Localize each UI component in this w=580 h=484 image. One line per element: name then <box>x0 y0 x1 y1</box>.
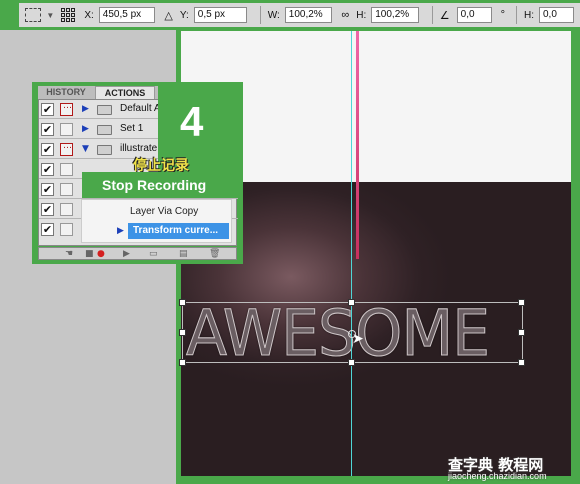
move-cursor-icon: ➤ <box>352 331 364 347</box>
folder-icon <box>97 105 112 115</box>
y-label: Y: <box>179 9 189 21</box>
toggle-check-icon[interactable]: ✔ <box>41 163 54 176</box>
handle-top-center[interactable] <box>348 299 355 306</box>
toggle-check-icon[interactable]: ✔ <box>41 223 54 236</box>
folder-icon <box>97 145 112 155</box>
handle-bottom-center[interactable] <box>348 359 355 366</box>
transform-options: ▼ X: 450,5 px △ Y: 0,5 px W: 100,2% ∞ H:… <box>19 3 580 27</box>
expand-triangle-icon[interactable]: ▼ <box>82 144 89 154</box>
reference-point-icon[interactable] <box>61 8 76 22</box>
handle-top-left[interactable] <box>179 299 186 306</box>
y-position-field[interactable]: 0,5 px <box>193 7 247 23</box>
new-set-button[interactable]: ▭ <box>149 249 158 259</box>
chevron-down-icon[interactable]: ▼ <box>46 11 54 20</box>
angle-field[interactable]: 0,0 <box>456 7 492 23</box>
dialog-toggle-icon[interactable] <box>60 223 73 236</box>
marquee-tool-icon[interactable] <box>25 8 42 22</box>
panel-tabs: HISTORY ACTIONS <box>38 86 158 99</box>
stop-recording-button[interactable]: ■ <box>85 249 94 259</box>
link-icon[interactable]: ∞ <box>341 9 349 21</box>
divider <box>259 6 261 24</box>
site-watermark: 查字典 教程网 jiaocheng.chazidian.com <box>448 454 576 482</box>
toggle-check-icon[interactable]: ✔ <box>41 103 54 116</box>
tab-history[interactable]: HISTORY <box>38 86 94 99</box>
dialog-toggle-icon[interactable] <box>60 123 73 136</box>
divider <box>431 6 433 24</box>
rotate-angle-icon: ∠ <box>439 9 450 22</box>
toggle-check-icon[interactable]: ✔ <box>41 183 54 196</box>
dialog-toggle-icon[interactable] <box>60 101 73 116</box>
x-label: X: <box>84 9 94 21</box>
options-bar: ▼ X: 450,5 px △ Y: 0,5 px W: 100,2% ∞ H:… <box>0 0 580 30</box>
toggle-check-icon[interactable]: ✔ <box>41 203 54 216</box>
handle-middle-left[interactable] <box>179 329 186 336</box>
handle-middle-right[interactable] <box>518 329 525 336</box>
action-set-name: Default A <box>120 103 161 114</box>
toggle-check-icon[interactable]: ✔ <box>41 123 54 136</box>
delta-icon: △ <box>164 9 173 22</box>
expand-triangle-icon[interactable]: ▶ <box>82 104 89 114</box>
step-number: 4 <box>180 98 204 145</box>
watermark-url: jiaocheng.chazidian.com <box>448 471 547 481</box>
caption-english: Stop Recording <box>82 172 239 198</box>
skew-h-label: H: <box>523 9 534 21</box>
action-set-name: illustrate <box>120 143 158 154</box>
action-set-name: Set 1 <box>120 123 144 134</box>
degree-icon: ° <box>500 9 506 21</box>
step-layer-via-copy[interactable]: Layer Via Copy <box>130 206 198 217</box>
divider <box>516 6 517 24</box>
pink-guide-line <box>356 31 359 259</box>
play-button[interactable]: ▶ <box>123 249 130 259</box>
panel-button-bar: ☚ ■ ● ▶ ▭ ▤ 🗑 <box>38 247 237 260</box>
expand-triangle-icon[interactable]: ▶ <box>82 124 89 134</box>
handle-bottom-right[interactable] <box>518 359 525 366</box>
folder-icon <box>97 125 112 135</box>
dialog-toggle-icon[interactable] <box>60 163 73 176</box>
height-label: H: <box>356 9 367 21</box>
dialog-toggle-icon[interactable] <box>60 203 73 216</box>
dialog-toggle-icon[interactable] <box>60 183 73 196</box>
hand-cursor-icon: ☚ <box>65 249 74 259</box>
width-field[interactable]: 100,2% <box>284 7 333 23</box>
record-button[interactable]: ● <box>97 249 105 259</box>
toggle-check-icon[interactable]: ✔ <box>41 143 54 156</box>
dialog-toggle-icon[interactable] <box>60 141 73 156</box>
width-label: W: <box>267 9 280 21</box>
skew-h-field[interactable]: 0,0 <box>538 7 574 23</box>
handle-top-right[interactable] <box>518 299 525 306</box>
delete-button[interactable]: 🗑 <box>209 249 220 259</box>
step-transform-current[interactable]: Transform curre... <box>128 223 229 239</box>
cyan-guide-line <box>351 31 352 476</box>
expand-triangle-icon[interactable]: ▶ <box>117 226 124 236</box>
x-position-field[interactable]: 450,5 px <box>98 7 156 23</box>
height-field[interactable]: 100,2% <box>371 7 419 23</box>
tab-actions[interactable]: ACTIONS <box>95 86 155 99</box>
action-steps: Layer Via Copy ▶ Transform curre... <box>81 199 232 243</box>
handle-bottom-left[interactable] <box>179 359 186 366</box>
new-action-button[interactable]: ▤ <box>179 249 188 259</box>
